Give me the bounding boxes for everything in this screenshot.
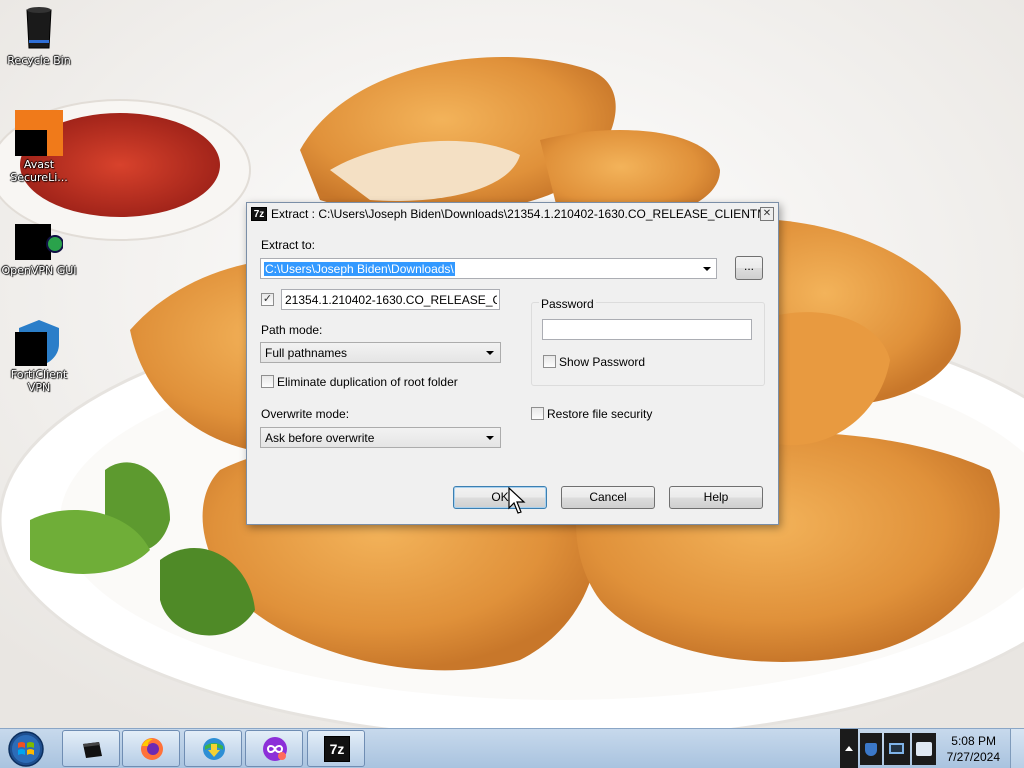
- download-manager-icon: [203, 738, 225, 760]
- overwrite-mode-value: Ask before overwrite: [265, 431, 375, 445]
- extract-dialog: 7z Extract : C:\Users\Joseph Biden\Downl…: [246, 202, 779, 525]
- path-mode-label: Path mode:: [261, 323, 323, 337]
- forticlient-icon: [15, 318, 63, 366]
- openvpn-icon: [15, 214, 64, 262]
- desktop-icon-forticlient[interactable]: FortiClient VPN: [0, 318, 78, 394]
- dialog-title: Extract : C:\Users\Joseph Biden\Download…: [271, 207, 761, 221]
- 7zip-icon-text: 7z: [329, 741, 345, 757]
- desktop-icon-label: Recycle Bin: [7, 54, 71, 67]
- taskbar-app-firefox[interactable]: [122, 730, 180, 767]
- show-password-checkbox[interactable]: [543, 355, 556, 368]
- path-mode-value: Full pathnames: [265, 346, 348, 360]
- eliminate-duplication-label[interactable]: Eliminate duplication of root folder: [277, 375, 458, 389]
- chevron-down-icon[interactable]: [703, 267, 711, 271]
- start-button[interactable]: [4, 730, 48, 768]
- chevron-down-icon: [486, 436, 494, 440]
- ok-button[interactable]: OK: [453, 486, 547, 509]
- subfolder-checkbox[interactable]: ✓: [261, 293, 274, 306]
- taskbar-app-notebook[interactable]: [62, 730, 120, 767]
- desktop-icon-label: FortiClient VPN: [10, 368, 68, 394]
- taskbar: 7z 5:08 PM 7/27/2024: [0, 728, 1024, 768]
- checkmark-icon: ✓: [262, 293, 273, 305]
- desktop-icon-avast[interactable]: Avast SecureLi...: [0, 108, 78, 184]
- subfolder-name-input[interactable]: 21354.1.210402-1630.CO_RELEASE_CLIEN: [281, 289, 500, 310]
- taskbar-app-infinity[interactable]: [245, 730, 303, 767]
- infinity-app-icon: [263, 737, 287, 761]
- password-group-label: Password: [539, 297, 596, 311]
- desktop-icon-label: OpenVPN GUI: [1, 264, 77, 277]
- system-tray: 5:08 PM 7/27/2024: [840, 729, 1024, 768]
- network-icon: [916, 742, 932, 756]
- extract-to-label: Extract to:: [261, 238, 316, 252]
- desktop-icon-openvpn[interactable]: OpenVPN GUI: [0, 214, 78, 277]
- chevron-down-icon: [486, 351, 494, 355]
- path-mode-select[interactable]: Full pathnames: [260, 342, 501, 363]
- windows-logo-icon: [8, 731, 44, 767]
- clock-time[interactable]: 5:08 PM: [951, 734, 996, 748]
- recycle-bin-icon: [15, 4, 63, 52]
- show-desktop-button[interactable]: [1010, 729, 1024, 768]
- notebook-icon: [83, 742, 102, 758]
- taskbar-app-download-manager[interactable]: [184, 730, 242, 767]
- show-password-label[interactable]: Show Password: [559, 355, 645, 369]
- cancel-button[interactable]: Cancel: [561, 486, 655, 509]
- tray-icon-app[interactable]: [912, 733, 936, 765]
- shield-icon: [865, 743, 877, 756]
- taskbar-app-7zip[interactable]: 7z: [307, 730, 365, 767]
- overwrite-mode-select[interactable]: Ask before overwrite: [260, 427, 501, 448]
- eliminate-duplication-checkbox[interactable]: [261, 375, 274, 388]
- dialog-titlebar[interactable]: 7z Extract : C:\Users\Joseph Biden\Downl…: [247, 203, 778, 225]
- close-icon: ✕: [762, 208, 772, 219]
- 7zip-icon: 7z: [324, 736, 350, 762]
- help-button[interactable]: Help: [669, 486, 763, 509]
- restore-security-checkbox[interactable]: [531, 407, 544, 420]
- password-input[interactable]: [542, 319, 752, 340]
- 7zip-app-icon: 7z: [251, 207, 267, 221]
- firefox-icon: [141, 738, 163, 760]
- extract-to-value[interactable]: C:\Users\Joseph Biden\Downloads\: [264, 262, 455, 276]
- desktop-icon-label: Avast SecureLi...: [10, 158, 68, 184]
- monitor-icon: [889, 743, 904, 754]
- restore-security-label[interactable]: Restore file security: [547, 407, 652, 421]
- close-button[interactable]: ✕: [760, 207, 774, 221]
- overwrite-mode-label: Overwrite mode:: [261, 407, 350, 421]
- tray-icon-shield[interactable]: [860, 733, 882, 765]
- desktop-icon-recycle-bin[interactable]: Recycle Bin: [0, 4, 78, 67]
- chevron-up-icon: [845, 746, 853, 751]
- extract-to-combobox[interactable]: C:\Users\Joseph Biden\Downloads\: [260, 258, 717, 279]
- clock-date[interactable]: 7/27/2024: [947, 750, 1000, 764]
- password-group: [531, 302, 765, 386]
- tray-icon-network[interactable]: [884, 733, 910, 765]
- tray-overflow-button[interactable]: [840, 729, 858, 768]
- browse-button[interactable]: ...: [735, 256, 763, 280]
- subfolder-name-value: 21354.1.210402-1630.CO_RELEASE_CLIEN: [285, 293, 497, 307]
- avast-icon: [15, 108, 63, 156]
